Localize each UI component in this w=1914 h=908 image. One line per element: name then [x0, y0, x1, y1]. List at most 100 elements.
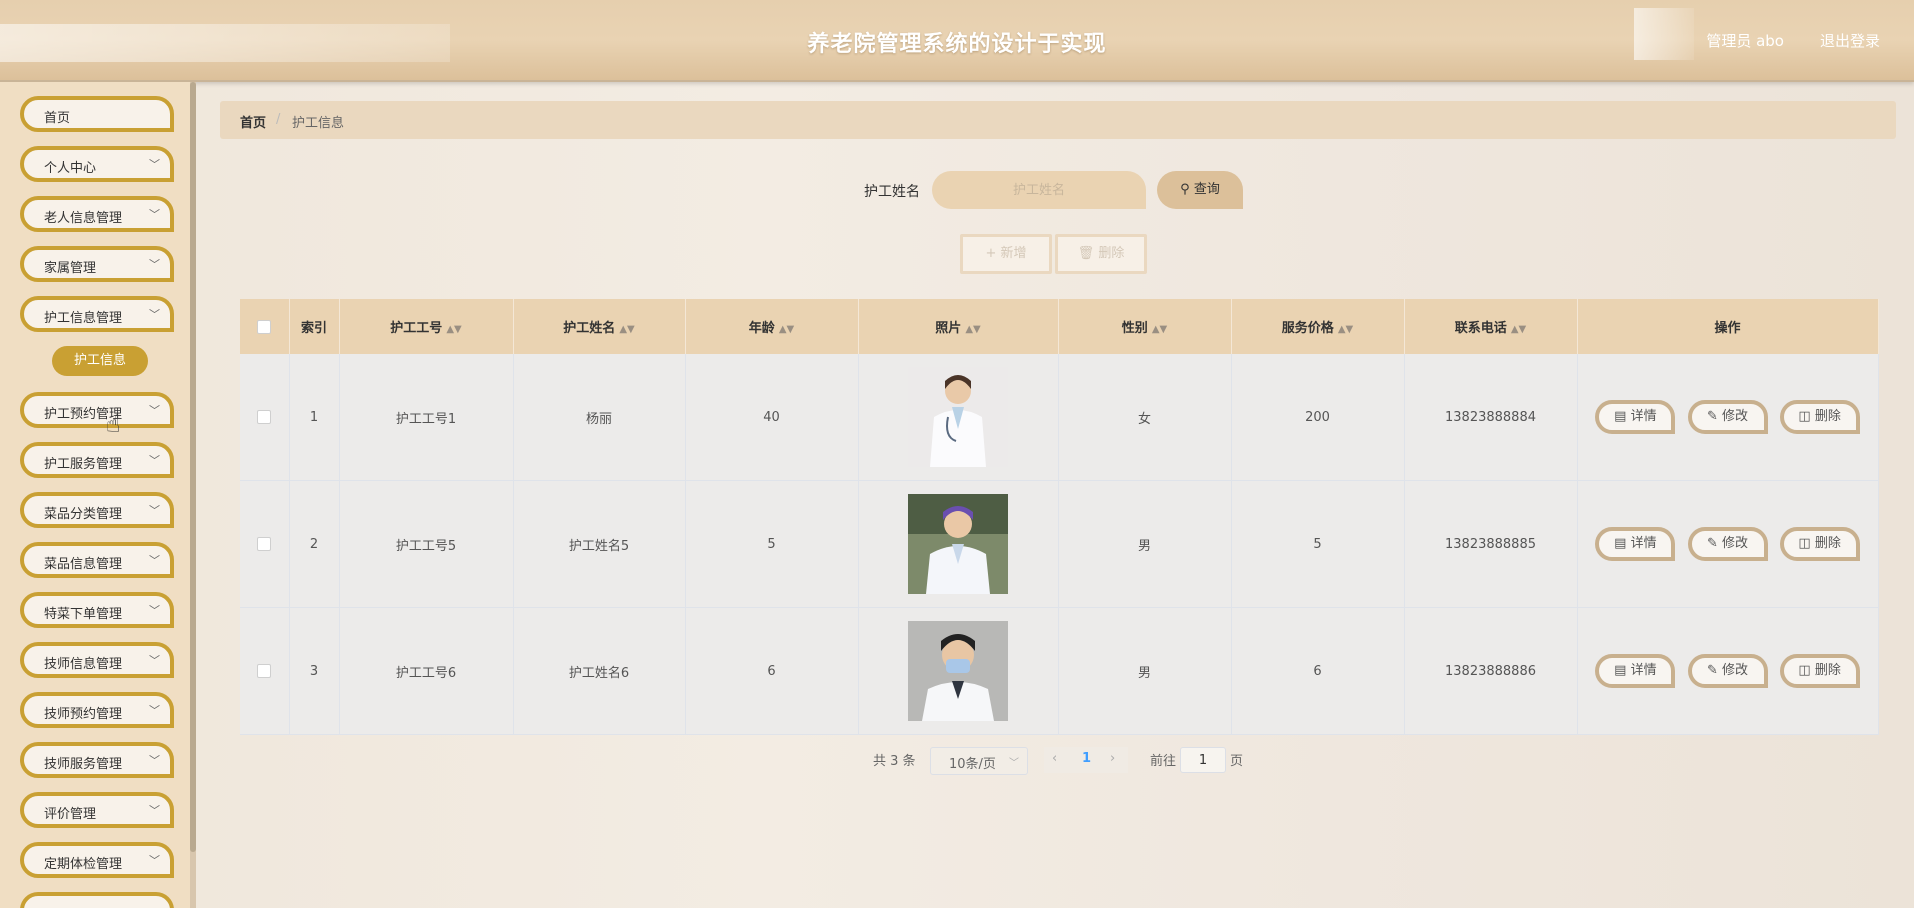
sidebar-item-caregiver-info[interactable]: 护工信息管理 ﹀ [20, 296, 174, 332]
sort-icon: ▲▼ [446, 324, 462, 335]
chevron-down-icon: ﹀ [149, 208, 160, 221]
chevron-down-icon: ﹀ [149, 554, 160, 567]
sidebar-item-family[interactable]: 家属管理 ﹀ [20, 246, 174, 282]
edit-button[interactable]: ✎ 修改 [1687, 654, 1768, 688]
sidebar-item-label: 技师服务管理 [44, 757, 123, 772]
cell-age: 40 [685, 354, 859, 481]
sidebar-item-elder-info[interactable]: 老人信息管理 ﹀ [20, 196, 174, 232]
sidebar-item-system[interactable] [20, 892, 174, 908]
sidebar-item-label: 家属管理 [44, 261, 97, 276]
add-button[interactable]: + 新增 [960, 234, 1052, 274]
next-page-icon[interactable]: › [1110, 751, 1115, 766]
sidebar-item-caregiver-booking[interactable]: 护工预约管理 ﹀ [20, 392, 174, 428]
page-number[interactable]: 1 [1082, 751, 1091, 766]
sidebar: 首页 个人中心 ﹀ 老人信息管理 ﹀ 家属管理 ﹀ 护工信息管理 ﹀ 护工信息 护工预约… [0, 82, 196, 908]
batch-delete-label: 删除 [1098, 246, 1125, 261]
breadcrumb-home[interactable]: 首页 [240, 112, 266, 131]
sidebar-item-technician-info[interactable]: 技师信息管理 ﹀ [20, 642, 174, 678]
column-header[interactable]: 服务价格 ▲▼ [1231, 299, 1405, 354]
chevron-down-icon: ﹀ [149, 804, 160, 817]
trash-icon: ◫ [1798, 663, 1811, 678]
detail-button[interactable]: ▤ 详情 [1595, 654, 1676, 688]
sort-icon: ▲▼ [1510, 324, 1527, 335]
row-checkbox[interactable] [240, 607, 290, 735]
sidebar-item-dish-category[interactable]: 菜品分类管理 ﹀ [20, 492, 174, 528]
pencil-icon: ✎ [1706, 409, 1718, 424]
sort-icon: ▲▼ [778, 324, 795, 335]
sidebar-item-label: 护工信息管理 [44, 311, 123, 326]
caregiver-name-search-input[interactable] [932, 171, 1146, 209]
delete-button[interactable]: ◫ 删除 [1779, 654, 1860, 688]
sidebar-item-checkup[interactable]: 定期体检管理 ﹀ [20, 842, 174, 878]
sidebar-item-label: 菜品信息管理 [44, 557, 123, 572]
sort-icon: ▲▼ [619, 324, 635, 335]
cell-name: 杨丽 [513, 354, 686, 481]
chevron-down-icon: ﹀ [149, 604, 160, 617]
cell-phone: 13823888886 [1404, 607, 1578, 735]
chevron-down-icon: ﹀ [149, 854, 160, 867]
chevron-down-icon: ﹀ [149, 504, 160, 517]
sidebar-item-label: 护工服务管理 [44, 457, 123, 472]
column-header[interactable]: 照片 ▲▼ [858, 299, 1059, 354]
sidebar-item-special-order[interactable]: 特菜下单管理 ﹀ [20, 592, 174, 628]
sidebar-subitem-caregiver-info[interactable]: 护工信息 [52, 346, 148, 376]
doctor-photo-icon [908, 621, 1008, 721]
scrollbar-thumb[interactable] [190, 82, 196, 852]
cell-actions: ▤ 详情 ✎ 修改 ◫ 删除 [1577, 354, 1879, 481]
edit-button[interactable]: ✎ 修改 [1687, 400, 1768, 434]
sidebar-item-review[interactable]: 评价管理 ﹀ [20, 792, 174, 828]
sidebar-item-technician-service[interactable]: 技师服务管理 ﹀ [20, 742, 174, 778]
sidebar-item-personal-center[interactable]: 个人中心 ﹀ [20, 146, 174, 182]
cell-id: 护工工号5 [339, 480, 514, 608]
column-header[interactable]: 护工姓名 ▲▼ [513, 299, 686, 354]
chevron-down-icon: ﹀ [149, 308, 160, 321]
logout-link[interactable]: 退出登录 [1820, 30, 1880, 51]
pencil-icon: ✎ [1706, 536, 1718, 551]
sidebar-item-dish-info[interactable]: 菜品信息管理 ﹀ [20, 542, 174, 578]
sidebar-item-label: 技师预约管理 [44, 707, 123, 722]
sidebar-item-label: 特菜下单管理 [44, 607, 123, 622]
table-row: 2 护工工号5 护工姓名5 5 男 5 13823888885 ▤ 详情 ✎ 修… [240, 480, 1879, 608]
sidebar-item-caregiver-service[interactable]: 护工服务管理 ﹀ [20, 442, 174, 478]
cell-price: 5 [1231, 480, 1405, 608]
pagination-total: 共 3 条 [873, 754, 916, 769]
detail-button[interactable]: ▤ 详情 [1595, 527, 1676, 561]
detail-button[interactable]: ▤ 详情 [1595, 400, 1676, 434]
sidebar-item-home[interactable]: 首页 [20, 96, 174, 132]
table-header-row: 索引 护工工号 ▲▼ 护工姓名 ▲▼ 年龄 ▲▼ 照片 ▲▼ 性别 ▲▼ 服务价格 ▲▼ 联… [240, 299, 1879, 354]
row-checkbox[interactable] [240, 354, 290, 481]
goto-page-input[interactable] [1180, 747, 1226, 773]
prev-page-icon[interactable]: ‹ [1052, 751, 1057, 766]
select-all-checkbox[interactable] [240, 299, 290, 354]
search-icon: ⚲ [1180, 182, 1190, 197]
batch-delete-button[interactable]: 🗑 删除 [1055, 234, 1147, 274]
cell-index: 3 [289, 607, 340, 735]
app-title: 养老院管理系统的设计于实现 [807, 32, 1107, 57]
delete-button[interactable]: ◫ 删除 [1779, 400, 1860, 434]
delete-button[interactable]: ◫ 删除 [1779, 527, 1860, 561]
pencil-icon: ✎ [1706, 663, 1718, 678]
cell-name: 护工姓名5 [513, 480, 686, 608]
sidebar-item-label: 老人信息管理 [44, 211, 123, 226]
column-header[interactable]: 护工工号 ▲▼ [339, 299, 514, 354]
column-header[interactable]: 性别 ▲▼ [1058, 299, 1232, 354]
column-header[interactable]: 联系电话 ▲▼ [1404, 299, 1578, 354]
chevron-down-icon: ﹀ [149, 454, 160, 467]
page-size-select[interactable]: 10条/页 ﹀ [930, 747, 1028, 775]
cell-phone: 13823888885 [1404, 480, 1578, 608]
trash-icon: 🗑 [1077, 246, 1095, 261]
search-label: 护工姓名 [864, 184, 920, 200]
cell-gender: 男 [1058, 480, 1232, 608]
sidebar-item-technician-booking[interactable]: 技师预约管理 ﹀ [20, 692, 174, 728]
breadcrumb: 首页 / 护工信息 [220, 101, 1896, 139]
sidebar-scrollbar[interactable] [190, 82, 196, 908]
trash-icon: ◫ [1798, 536, 1811, 551]
chevron-down-icon: ﹀ [149, 654, 160, 667]
cell-id: 护工工号1 [339, 354, 514, 481]
row-checkbox[interactable] [240, 480, 290, 608]
query-button[interactable]: ⚲ 查询 [1157, 171, 1243, 209]
table-row: 3 护工工号6 护工姓名6 6 男 6 13823888886 ▤ 详情 ✎ 修… [240, 607, 1879, 735]
edit-button[interactable]: ✎ 修改 [1687, 527, 1768, 561]
document-icon: ▤ [1614, 536, 1627, 551]
column-header[interactable]: 年龄 ▲▼ [685, 299, 859, 354]
